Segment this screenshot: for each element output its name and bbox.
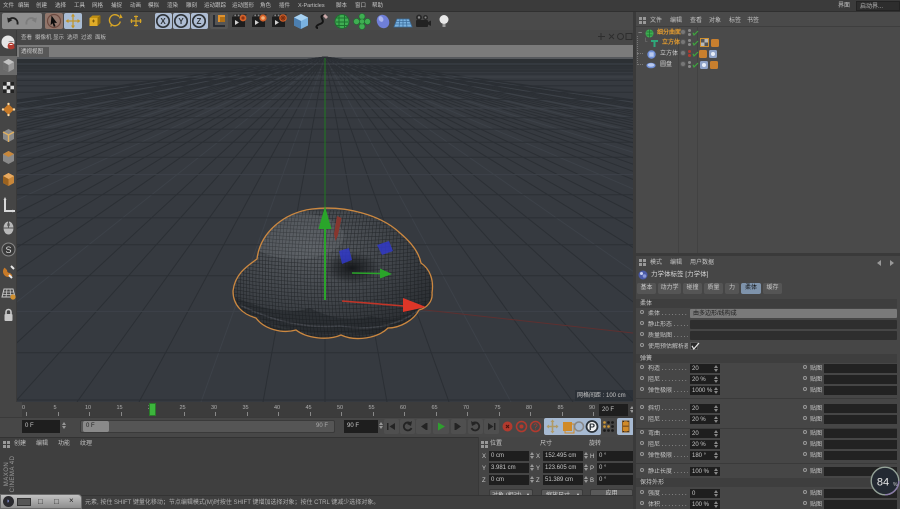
svg-text:P: P	[589, 422, 595, 432]
svg-text:X: X	[160, 17, 166, 26]
svg-text:84: 84	[877, 477, 889, 489]
svg-text:S: S	[5, 245, 11, 255]
svg-text:Z: Z	[197, 17, 202, 26]
svg-text:%: %	[893, 482, 898, 488]
svg-text:Y: Y	[178, 17, 184, 26]
svg-text:?: ?	[533, 423, 538, 432]
